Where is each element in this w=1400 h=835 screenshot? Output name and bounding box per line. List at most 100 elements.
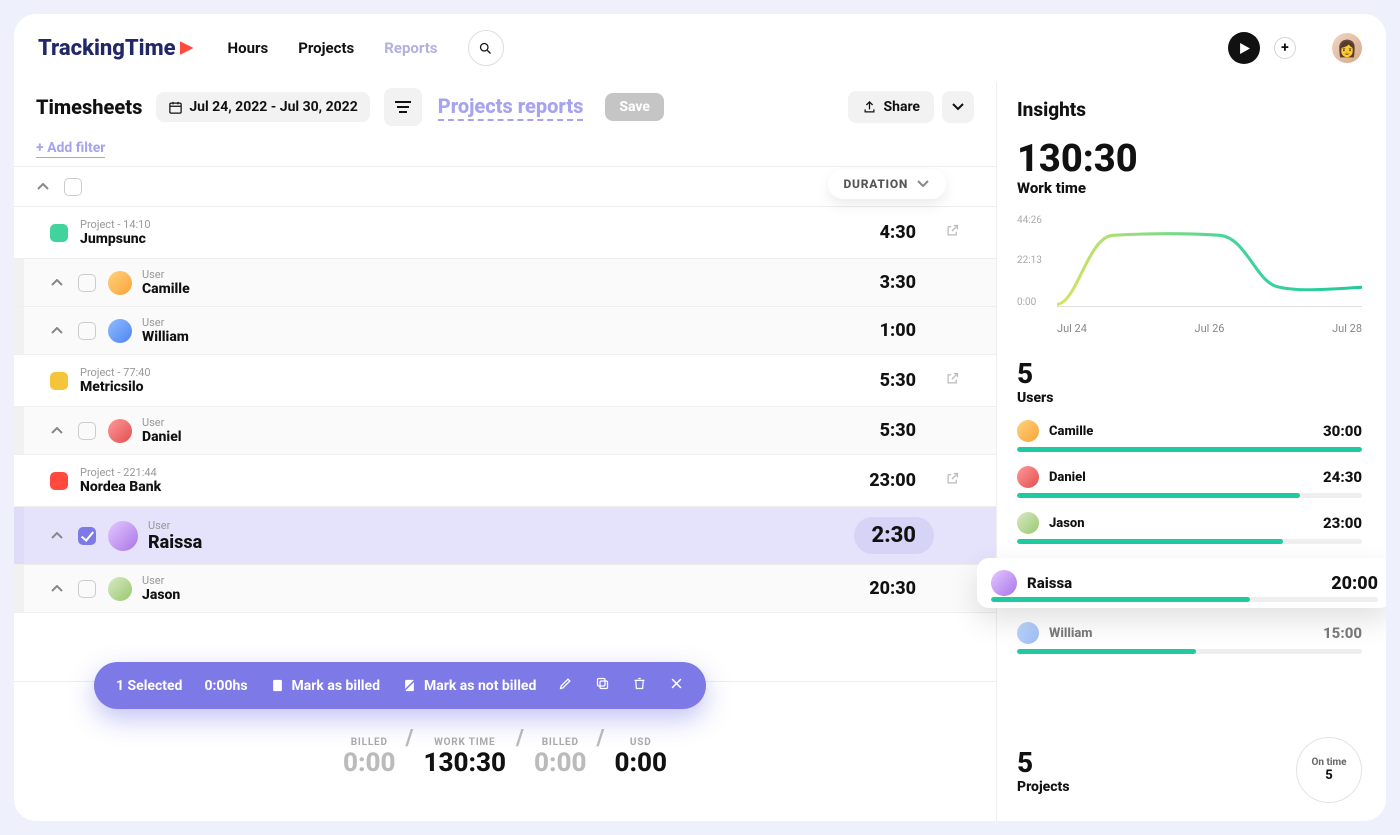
user-row[interactable]: User William 1:00 [14, 307, 996, 355]
nav-hours[interactable]: Hours [228, 39, 269, 57]
ontime-value: 5 [1325, 768, 1333, 783]
mark-billed-button[interactable]: Mark as billed [270, 678, 380, 694]
project-meta: Project - 221:44 [80, 466, 161, 479]
user-avatar [1017, 622, 1039, 644]
usd-label: USD [614, 737, 667, 748]
user-time: 23:00 [1323, 514, 1362, 532]
user-row-selected[interactable]: User Raissa 2:30 [14, 507, 996, 565]
y-tick: 22:13 [1017, 255, 1042, 266]
chevron-up-icon[interactable] [50, 585, 64, 593]
user-name: William [142, 329, 189, 345]
user-row[interactable]: User Camille 3:30 [14, 259, 996, 307]
project-duration: 4:30 [880, 222, 916, 243]
chevron-up-icon[interactable] [50, 532, 64, 540]
user-avatar [108, 521, 138, 551]
row-checkbox[interactable] [78, 322, 96, 340]
start-timer-button[interactable] [1228, 32, 1260, 64]
user-bar[interactable]: Daniel 24:30 [1017, 466, 1362, 498]
user-bar[interactable]: Jason 23:00 [1017, 512, 1362, 544]
external-link-icon[interactable] [945, 371, 960, 390]
ontime-badge: On time 5 [1296, 737, 1362, 803]
user-bar[interactable]: Camille 30:00 [1017, 420, 1362, 452]
row-checkbox[interactable] [78, 422, 96, 440]
user-avatar [108, 577, 132, 601]
user-duration: 5:30 [880, 420, 916, 441]
project-row[interactable]: Project - 14:10 Jumpsunc 4:30 [14, 207, 996, 259]
share-dropdown[interactable] [942, 91, 974, 123]
project-name: Jumpsunc [80, 231, 151, 247]
date-range-picker[interactable]: Jul 24, 2022 - Jul 30, 2022 [156, 92, 369, 122]
chevron-up-icon[interactable] [50, 327, 64, 335]
user-time: 20:00 [1331, 573, 1378, 594]
edit-button[interactable] [558, 676, 573, 695]
progress-fill [1017, 493, 1300, 498]
search-icon [478, 41, 493, 56]
user-avatar [108, 271, 132, 295]
row-checkbox-checked[interactable] [78, 527, 96, 545]
duration-header-text: DURATION [844, 177, 908, 191]
row-checkbox[interactable] [78, 274, 96, 292]
user-name: William [1049, 626, 1093, 641]
y-tick: 0:00 [1017, 297, 1036, 308]
user-name: Camille [1049, 424, 1093, 439]
logo-accent-icon [180, 41, 194, 55]
external-link-icon[interactable] [945, 223, 960, 242]
project-color-badge [50, 224, 68, 242]
duration-column-header[interactable]: DURATION [828, 169, 946, 199]
selected-count: 1 Selected [116, 678, 182, 694]
report-name-input[interactable]: Projects reports [438, 94, 584, 121]
copy-button[interactable] [595, 676, 610, 695]
user-time: 30:00 [1323, 422, 1362, 440]
user-bar-highlight[interactable]: Raissa 20:00 [977, 558, 1386, 608]
profile-avatar[interactable]: 👩 [1332, 33, 1362, 63]
chevron-up-icon[interactable] [50, 427, 64, 435]
add-button[interactable]: + [1274, 37, 1296, 59]
mark-not-billed-button[interactable]: Mark as not billed [402, 678, 536, 694]
save-button[interactable]: Save [605, 93, 664, 121]
external-link-icon[interactable] [945, 471, 960, 490]
project-row[interactable]: Project - 77:40 Metricsilo 5:30 [14, 355, 996, 407]
group-by-button[interactable] [384, 88, 422, 126]
search-button[interactable] [468, 30, 504, 66]
user-bar[interactable]: William 15:00 [1017, 622, 1362, 654]
chevron-down-icon [952, 103, 964, 111]
chevron-up-icon[interactable] [50, 279, 64, 287]
brand-logo: TrackingTime [38, 36, 194, 61]
user-name: Raissa [1027, 574, 1072, 592]
user-row[interactable]: User Jason 20:30 [14, 565, 996, 613]
projects-count: 5 [1017, 746, 1070, 779]
user-name: Jason [142, 587, 180, 603]
user-role: User [142, 416, 182, 429]
user-role: User [142, 316, 189, 329]
progress-fill [1017, 649, 1196, 654]
project-row[interactable]: Project - 221:44 Nordea Bank 23:00 [14, 455, 996, 507]
add-filter-button[interactable]: + Add filter [14, 136, 996, 167]
bars-icon [394, 100, 412, 114]
user-avatar [991, 570, 1017, 596]
nav-links: Hours Projects Reports [228, 39, 438, 57]
page-title: Timesheets [36, 95, 142, 119]
x-tick: Jul 24 [1057, 322, 1087, 335]
user-name: Daniel [142, 429, 182, 445]
billed2-value: 0:00 [534, 748, 587, 778]
share-label: Share [883, 99, 920, 115]
worktime-value: 130:30 [423, 748, 506, 778]
share-button[interactable]: Share [848, 91, 934, 123]
main-column: Timesheets Jul 24, 2022 - Jul 30, 2022 P… [14, 82, 996, 821]
collapse-all-icon[interactable] [36, 183, 50, 191]
user-avatar [1017, 420, 1039, 442]
user-avatar [1017, 512, 1039, 534]
selected-hours: 0:00hs [204, 678, 247, 694]
table-header: DURATION [14, 167, 996, 207]
nav-reports[interactable]: Reports [384, 39, 437, 57]
user-time: 24:30 [1323, 468, 1362, 486]
delete-button[interactable] [632, 676, 647, 695]
select-all-checkbox[interactable] [64, 178, 82, 196]
x-tick: Jul 28 [1332, 322, 1362, 335]
close-button[interactable] [669, 676, 684, 695]
row-checkbox[interactable] [78, 580, 96, 598]
app-window: TrackingTime Hours Projects Reports + 👩 … [14, 14, 1386, 821]
user-row[interactable]: User Daniel 5:30 [14, 407, 996, 455]
nav-projects[interactable]: Projects [298, 39, 354, 57]
billed2-label: BILLED [534, 737, 587, 748]
